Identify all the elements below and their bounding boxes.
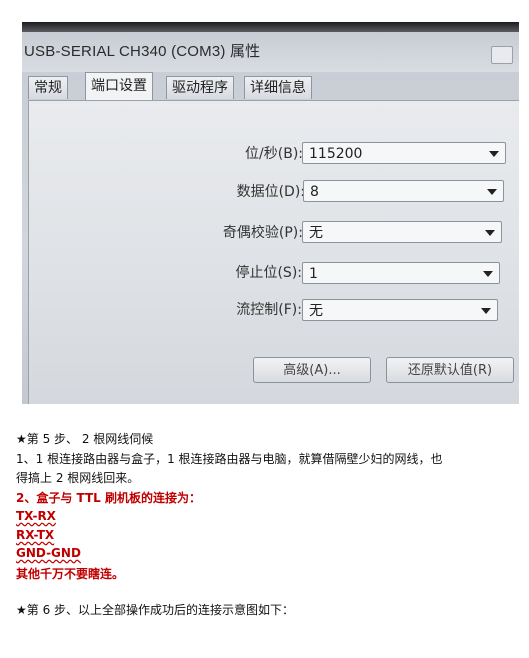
tab-general[interactable]: 常规 [28,76,68,99]
baud-rate-label: 位/秒(B): [245,146,303,162]
tab-details[interactable]: 详细信息 [244,76,312,99]
connection-rx-tx: RX-TX [16,528,55,542]
dialog-title: USB-SERIAL CH340 (COM3) 属性 [24,43,261,60]
step6-heading: ★第 6 步、以上全部操作成功后的连接示意图如下： [16,603,295,617]
restore-defaults-button[interactable]: 还原默认值(R) [386,357,514,383]
connection-heading: 2、盒子与 TTL 刷机板的连接为： [16,491,201,505]
step5-heading: ★第 5 步、 2 根网线伺候 [16,432,154,446]
stop-bits-value: 1 [309,266,318,282]
chevron-down-icon [485,230,495,236]
tab-driver[interactable]: 驱动程序 [166,76,234,99]
connection-tx-rx: TX-RX [16,509,56,523]
data-bits-value: 8 [310,184,319,200]
baud-rate-select[interactable]: 115200 [302,142,506,164]
data-bits-label: 数据位(D): [236,184,305,200]
dialog-title-bar: USB-SERIAL CH340 (COM3) 属性 [22,32,519,72]
baud-rate-value: 115200 [309,146,363,162]
parity-select[interactable]: 无 [302,221,502,243]
tab-port-settings[interactable]: 端口设置 [85,72,153,100]
chevron-down-icon [481,308,491,314]
connection-gnd-gnd: GND-GND [16,546,81,560]
data-bits-select[interactable]: 8 [303,180,504,202]
step5-paragraph-line1: 1、1 根连接路由器与盒子，1 根连接路由器与电脑，就算借隔壁少妇的网线，也 [16,452,443,466]
stop-bits-label: 停止位(S): [235,265,302,281]
dialog-photo: USB-SERIAL CH340 (COM3) 属性 常规 端口设置 驱动程序 … [22,22,519,404]
chevron-down-icon [483,271,493,277]
parity-value: 无 [309,225,323,241]
chevron-down-icon [487,189,497,195]
monitor-edge [22,22,519,32]
close-icon[interactable] [491,46,513,64]
chevron-down-icon [489,151,499,157]
step5-paragraph-line2: 得搞上 2 根网线回来。 [16,471,140,485]
flow-control-label: 流控制(F): [236,302,302,318]
warning-text: 其他千万不要瞎连。 [16,567,125,581]
advanced-button[interactable]: 高级(A)... [253,357,371,383]
parity-label: 奇偶校验(P): [222,225,303,241]
flow-control-value: 无 [309,303,323,319]
stop-bits-select[interactable]: 1 [302,262,500,284]
flow-control-select[interactable]: 无 [302,299,498,321]
port-settings-panel: 位/秒(B): 115200 数据位(D): 8 奇偶校验(P): 无 停止位(… [28,100,519,404]
